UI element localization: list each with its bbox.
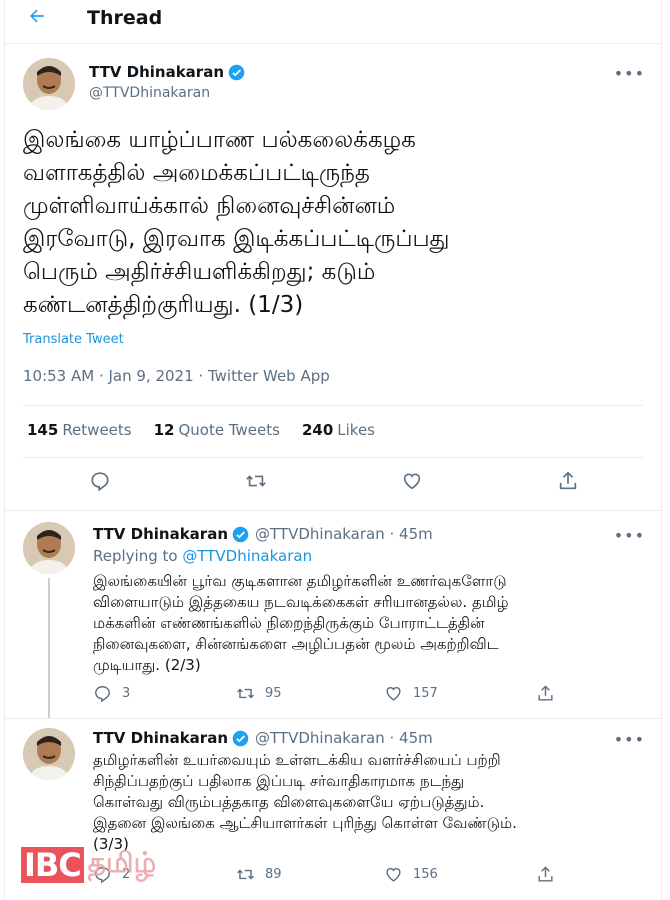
tweet-actions [5, 470, 661, 500]
share-icon[interactable] [557, 470, 583, 496]
verified-badge-icon [232, 730, 249, 746]
replying-to-label: Replying to [93, 547, 178, 565]
verified-badge-icon [228, 64, 245, 80]
retweet-count: 95 [265, 686, 282, 701]
watermark-suffix: தமிழ் [87, 846, 157, 879]
retweet-count: 89 [265, 867, 282, 882]
avatar[interactable] [23, 728, 75, 780]
tweet-text-line: கண்டனத்திற்குரியது. (1/3) [23, 292, 304, 318]
reply-count: 3 [122, 686, 131, 701]
ibc-watermark-logo: IBC தமிழ் [21, 846, 156, 883]
tweet-text-line: இலங்கையின் பூர்வ குடிகளான தமிழர்களின் உண… [93, 572, 507, 590]
divider [5, 510, 661, 511]
divider [23, 405, 643, 406]
tweet-text-line: மக்களின் எண்ணங்களில் நிறைந்திருக்கும் போ… [93, 614, 485, 632]
likes-stat[interactable]: 240 Likes [302, 421, 375, 439]
tweet-stats: 145 Retweets 12 Quote Tweets 240 Likes [27, 421, 375, 439]
avatar[interactable] [23, 522, 75, 574]
share-icon [538, 866, 553, 882]
author-handle-time[interactable]: @TTVDhinakaran · 45m [255, 524, 433, 544]
retweet-button[interactable]: 95 [236, 684, 282, 703]
author-handle[interactable]: @TTVDhinakaran [89, 85, 210, 101]
tweet-text-line: தமிழர்களின் உயர்வையும் உள்ளடக்கிய வளர்ச்… [93, 751, 501, 769]
reply-header: TTV Dhinakaran @TTVDhinakaran · 45m [93, 524, 433, 544]
retweet-button[interactable]: 89 [236, 865, 282, 884]
share-button[interactable] [536, 865, 555, 884]
back-arrow-icon[interactable] [27, 6, 47, 31]
retweet-icon[interactable] [245, 470, 271, 496]
like-icon [386, 687, 401, 701]
tweet-text-line: இதனை இலங்கை ஆட்சியாளர்கள் புரிந்து கொள்ள… [93, 814, 517, 832]
divider [23, 457, 643, 458]
share-icon [538, 685, 553, 701]
tweet-text-line: (3/3) [93, 835, 129, 853]
quote-tweets-stat[interactable]: 12 Quote Tweets [154, 421, 280, 439]
more-options-icon[interactable]: ••• [614, 526, 645, 545]
share-button[interactable] [536, 684, 555, 703]
tweet-text-line: சிந்திப்பதற்குப் பதிலாக இப்படி சர்வாதிகா… [93, 772, 465, 790]
like-count: 156 [413, 867, 438, 882]
reply-icon [95, 686, 110, 703]
reply-button[interactable]: 3 [93, 684, 130, 703]
replying-to-link[interactable]: @TTVDhinakaran [182, 547, 312, 565]
retweets-count: 145 [27, 421, 59, 439]
author-name[interactable]: TTV Dhinakaran [93, 728, 228, 748]
author-name[interactable]: TTV Dhinakaran [93, 524, 228, 544]
author-name[interactable]: TTV Dhinakaran [89, 62, 245, 82]
more-options-icon[interactable]: ••• [614, 730, 645, 749]
tweet-text-line: முள்ளிவாய்க்கால் நினைவுச்சின்னம் [23, 193, 396, 219]
likes-label: Likes [337, 421, 375, 439]
like-button[interactable]: 156 [384, 865, 438, 884]
reply-actions: 3 95 157 [93, 684, 573, 706]
tweet-text-line: விளையாடும் இத்தகைய நடவடிக்கைகள் சரியானதல… [93, 593, 509, 611]
watermark-brand: IBC [21, 846, 84, 883]
tweet-text-line: நினைவுகளை, சின்னங்களை அழிப்பதன் மூலம் அக… [93, 635, 499, 653]
retweet-icon [237, 688, 254, 699]
thread-connector-line [48, 578, 50, 718]
retweet-icon [237, 869, 254, 880]
replying-to: Replying to @TTVDhinakaran [93, 547, 312, 565]
tweet-text-line: முடியாது. (2/3) [93, 656, 201, 674]
tweet-text: இலங்கை யாழ்ப்பாண பல்கலைக்கழக வளாகத்தில் … [23, 124, 643, 322]
page-title: Thread [87, 7, 163, 29]
tweet-text-line: இலங்கை யாழ்ப்பாண பல்கலைக்கழக [23, 127, 416, 153]
retweets-stat[interactable]: 145 Retweets [27, 421, 132, 439]
likes-count: 240 [301, 421, 334, 439]
avatar[interactable] [23, 58, 75, 110]
tweet-text-line: பெரும் அதிர்ச்சியளிக்கிறது; கடும் [23, 259, 376, 285]
retweets-label: Retweets [62, 421, 132, 439]
like-icon[interactable] [401, 470, 427, 496]
like-button[interactable]: 157 [384, 684, 438, 703]
tweet-text-line: கொள்வது விரும்பத்தகாத விளைவுகளையே ஏற்படு… [93, 793, 485, 811]
like-icon [386, 868, 401, 882]
reply-actions: 2 89 156 [93, 865, 573, 887]
tweet-text: தமிழர்களின் உயர்வையும் உள்ளடக்கிய வளர்ச்… [93, 750, 653, 855]
tweet-text: இலங்கையின் பூர்வ குடிகளான தமிழர்களின் உண… [93, 571, 653, 676]
header-bar: Thread [5, 0, 661, 44]
divider [5, 718, 661, 719]
author-name-text[interactable]: TTV Dhinakaran [89, 62, 224, 82]
author-handle-time[interactable]: @TTVDhinakaran · 45m [255, 728, 433, 748]
verified-badge-icon [232, 526, 249, 542]
like-count: 157 [413, 686, 438, 701]
more-options-icon[interactable]: ••• [614, 64, 645, 83]
reply-header: TTV Dhinakaran @TTVDhinakaran · 45m [93, 728, 433, 748]
thread-page: Thread TTV Dhinakaran @TTVDhinakaran •••… [4, 0, 662, 900]
tweet-text-line: வளாகத்தில் அமைக்கப்பட்டிருந்த [23, 160, 370, 186]
quotes-count: 12 [153, 421, 175, 439]
tweet-text-line: இரவோடு, இரவாக இடிக்கப்பட்டிருப்பது [23, 226, 450, 252]
reply-icon[interactable] [89, 470, 115, 496]
tweet-timestamp[interactable]: 10:53 AM · Jan 9, 2021 · Twitter Web App [23, 367, 330, 385]
quotes-label: Quote Tweets [178, 421, 280, 439]
translate-tweet-link[interactable]: Translate Tweet [23, 332, 124, 347]
